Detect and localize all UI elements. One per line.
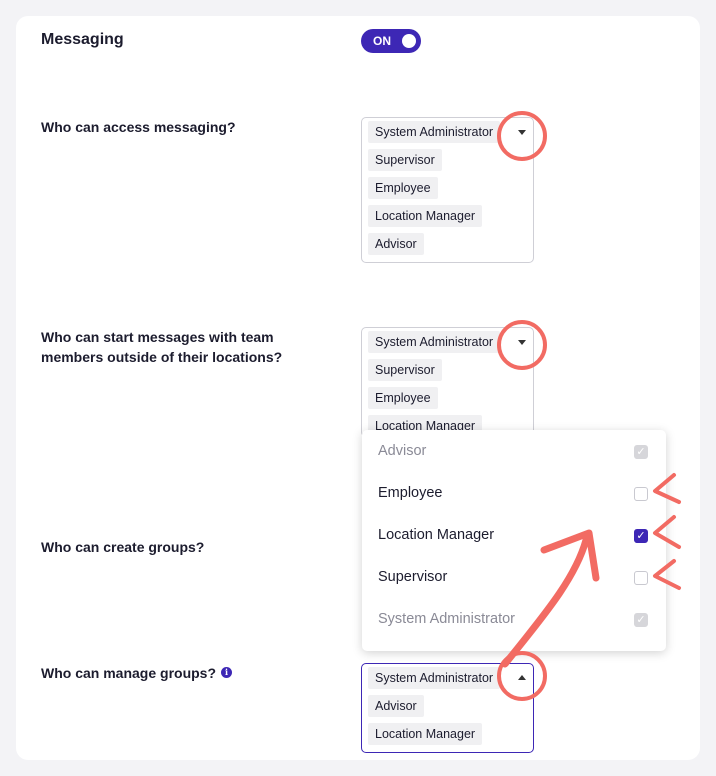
pointer-mark	[653, 559, 681, 590]
pointer-mark	[653, 473, 681, 504]
highlight-circle	[497, 320, 547, 370]
pointer-mark	[653, 515, 681, 549]
arrow-curve	[501, 536, 590, 668]
highlight-circle	[497, 111, 547, 161]
annotation-overlay	[497, 111, 681, 701]
